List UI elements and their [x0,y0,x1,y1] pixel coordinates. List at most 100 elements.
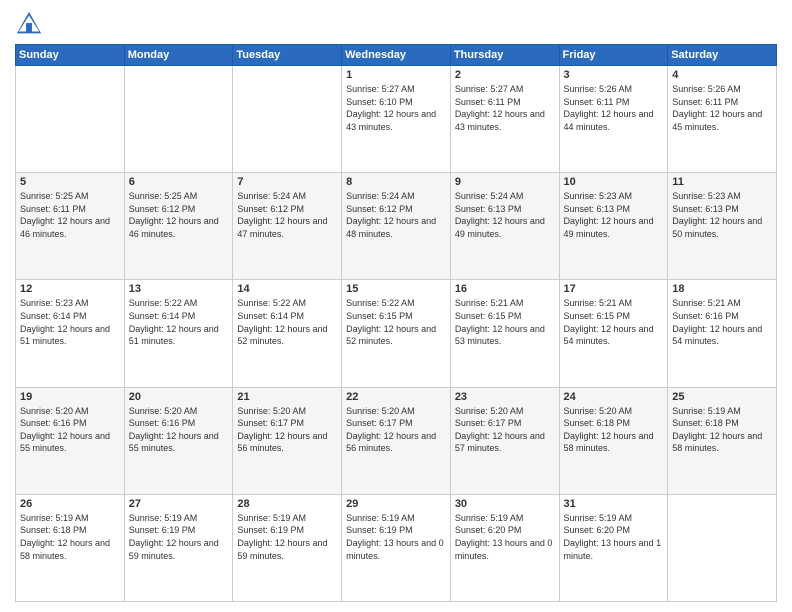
day-info: Sunrise: 5:20 AM Sunset: 6:16 PM Dayligh… [129,405,229,455]
week-row-1: 1Sunrise: 5:27 AM Sunset: 6:10 PM Daylig… [16,66,777,173]
calendar-cell [16,66,125,173]
calendar-cell: 8 Sunrise: 5:24 AM Sunset: 6:12 PM Daylig… [342,173,451,280]
day-number: 8 [346,176,446,188]
day-info: Sunrise: 5:20 AM Sunset: 6:17 PM Dayligh… [346,405,446,455]
logo [15,10,47,38]
calendar-cell: 5Sunrise: 5:25 AM Sunset: 6:11 PM Daylig… [16,173,125,280]
calendar-cell: 13 Sunrise: 5:22 AM Sunset: 6:14 PM Dayli… [124,280,233,387]
day-info: Sunrise: 5:19 AM Sunset: 6:19 PM Dayligh… [346,512,446,562]
day-info: Sunrise: 5:24 AM Sunset: 6:13 PM Dayligh… [455,190,555,240]
calendar-cell: 22 Sunrise: 5:20 AM Sunset: 6:17 PM Dayli… [342,387,451,494]
calendar-cell: 9Sunrise: 5:24 AM Sunset: 6:13 PM Daylig… [450,173,559,280]
week-row-3: 12 Sunrise: 5:23 AM Sunset: 6:14 PM Dayli… [16,280,777,387]
day-info: Sunrise: 5:25 AM Sunset: 6:11 PM Dayligh… [20,190,120,240]
day-number: 23 [455,391,555,403]
day-number: 30 [455,498,555,510]
day-number: 17 [564,283,664,295]
calendar-cell: 21 Sunrise: 5:20 AM Sunset: 6:17 PM Dayli… [233,387,342,494]
weekday-header-wednesday: Wednesday [342,45,451,66]
day-info: Sunrise: 5:21 AM Sunset: 6:15 PM Dayligh… [564,297,664,347]
weekday-header-sunday: Sunday [16,45,125,66]
header [15,10,777,38]
day-number: 18 [672,283,772,295]
day-info: Sunrise: 5:27 AM Sunset: 6:10 PM Dayligh… [346,83,446,133]
day-info: Sunrise: 5:19 AM Sunset: 6:20 PM Dayligh… [455,512,555,562]
calendar-cell: 31 Sunrise: 5:19 AM Sunset: 6:20 PM Dayli… [559,494,668,601]
day-info: Sunrise: 5:24 AM Sunset: 6:12 PM Dayligh… [237,190,337,240]
calendar-cell: 7 Sunrise: 5:24 AM Sunset: 6:12 PM Daylig… [233,173,342,280]
calendar-cell: 25 Sunrise: 5:19 AM Sunset: 6:18 PM Dayli… [668,387,777,494]
day-info: Sunrise: 5:19 AM Sunset: 6:18 PM Dayligh… [20,512,120,562]
day-info: Sunrise: 5:26 AM Sunset: 6:11 PM Dayligh… [564,83,664,133]
day-number: 19 [20,391,120,403]
calendar-cell: 23 Sunrise: 5:20 AM Sunset: 6:17 PM Dayli… [450,387,559,494]
day-info: Sunrise: 5:23 AM Sunset: 6:14 PM Dayligh… [20,297,120,347]
week-row-4: 19 Sunrise: 5:20 AM Sunset: 6:16 PM Dayli… [16,387,777,494]
calendar-cell: 18Sunrise: 5:21 AM Sunset: 6:16 PM Dayli… [668,280,777,387]
week-row-5: 26 Sunrise: 5:19 AM Sunset: 6:18 PM Dayli… [16,494,777,601]
day-number: 21 [237,391,337,403]
day-number: 10 [564,176,664,188]
day-info: Sunrise: 5:22 AM Sunset: 6:14 PM Dayligh… [129,297,229,347]
calendar-cell: 29 Sunrise: 5:19 AM Sunset: 6:19 PM Dayli… [342,494,451,601]
day-info: Sunrise: 5:20 AM Sunset: 6:17 PM Dayligh… [455,405,555,455]
calendar-cell: 14 Sunrise: 5:22 AM Sunset: 6:14 PM Dayli… [233,280,342,387]
calendar-cell: 20 Sunrise: 5:20 AM Sunset: 6:16 PM Dayli… [124,387,233,494]
day-number: 11 [672,176,772,188]
page: SundayMondayTuesdayWednesdayThursdayFrid… [0,0,792,612]
day-number: 16 [455,283,555,295]
calendar-cell: 4 Sunrise: 5:26 AM Sunset: 6:11 PM Daylig… [668,66,777,173]
day-info: Sunrise: 5:19 AM Sunset: 6:20 PM Dayligh… [564,512,664,562]
weekday-header-friday: Friday [559,45,668,66]
day-info: Sunrise: 5:19 AM Sunset: 6:19 PM Dayligh… [129,512,229,562]
calendar-cell: 27 Sunrise: 5:19 AM Sunset: 6:19 PM Dayli… [124,494,233,601]
day-info: Sunrise: 5:22 AM Sunset: 6:15 PM Dayligh… [346,297,446,347]
day-number: 27 [129,498,229,510]
calendar-cell: 16 Sunrise: 5:21 AM Sunset: 6:15 PM Dayli… [450,280,559,387]
calendar-cell: 30 Sunrise: 5:19 AM Sunset: 6:20 PM Dayli… [450,494,559,601]
day-info: Sunrise: 5:26 AM Sunset: 6:11 PM Dayligh… [672,83,772,133]
day-number: 13 [129,283,229,295]
day-number: 4 [672,69,772,81]
calendar-cell: 12 Sunrise: 5:23 AM Sunset: 6:14 PM Dayli… [16,280,125,387]
day-number: 12 [20,283,120,295]
day-number: 25 [672,391,772,403]
day-info: Sunrise: 5:19 AM Sunset: 6:19 PM Dayligh… [237,512,337,562]
weekday-header-row: SundayMondayTuesdayWednesdayThursdayFrid… [16,45,777,66]
day-number: 26 [20,498,120,510]
day-number: 29 [346,498,446,510]
calendar-cell: 10Sunrise: 5:23 AM Sunset: 6:13 PM Dayli… [559,173,668,280]
day-info: Sunrise: 5:24 AM Sunset: 6:12 PM Dayligh… [346,190,446,240]
day-info: Sunrise: 5:20 AM Sunset: 6:16 PM Dayligh… [20,405,120,455]
day-number: 3 [564,69,664,81]
calendar-cell: 11 Sunrise: 5:23 AM Sunset: 6:13 PM Dayli… [668,173,777,280]
weekday-header-saturday: Saturday [668,45,777,66]
day-info: Sunrise: 5:23 AM Sunset: 6:13 PM Dayligh… [672,190,772,240]
calendar-cell [124,66,233,173]
week-row-2: 5Sunrise: 5:25 AM Sunset: 6:11 PM Daylig… [16,173,777,280]
calendar-cell: 28 Sunrise: 5:19 AM Sunset: 6:19 PM Dayli… [233,494,342,601]
day-info: Sunrise: 5:20 AM Sunset: 6:18 PM Dayligh… [564,405,664,455]
day-info: Sunrise: 5:21 AM Sunset: 6:15 PM Dayligh… [455,297,555,347]
day-info: Sunrise: 5:20 AM Sunset: 6:17 PM Dayligh… [237,405,337,455]
day-number: 24 [564,391,664,403]
calendar-cell [668,494,777,601]
day-number: 15 [346,283,446,295]
weekday-header-thursday: Thursday [450,45,559,66]
calendar-cell [233,66,342,173]
calendar-cell: 15 Sunrise: 5:22 AM Sunset: 6:15 PM Dayli… [342,280,451,387]
calendar-cell: 26 Sunrise: 5:19 AM Sunset: 6:18 PM Dayli… [16,494,125,601]
day-info: Sunrise: 5:19 AM Sunset: 6:18 PM Dayligh… [672,405,772,455]
weekday-header-tuesday: Tuesday [233,45,342,66]
day-number: 20 [129,391,229,403]
day-number: 14 [237,283,337,295]
day-number: 2 [455,69,555,81]
day-info: Sunrise: 5:22 AM Sunset: 6:14 PM Dayligh… [237,297,337,347]
calendar-cell: 1Sunrise: 5:27 AM Sunset: 6:10 PM Daylig… [342,66,451,173]
calendar-cell: 3 Sunrise: 5:26 AM Sunset: 6:11 PM Daylig… [559,66,668,173]
weekday-header-monday: Monday [124,45,233,66]
day-number: 7 [237,176,337,188]
day-number: 22 [346,391,446,403]
day-number: 31 [564,498,664,510]
day-number: 28 [237,498,337,510]
